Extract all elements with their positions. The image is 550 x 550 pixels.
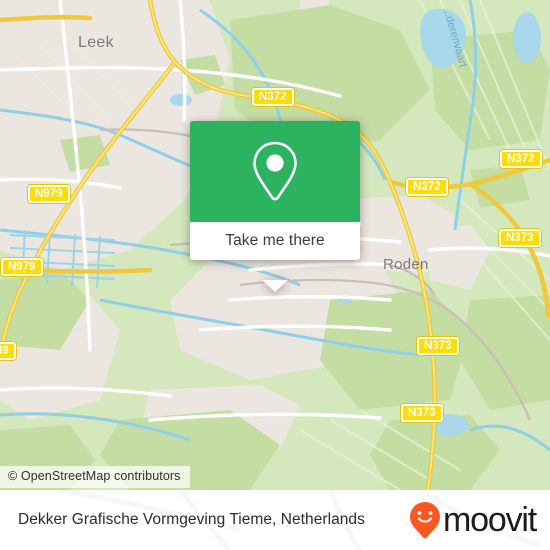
road-shield: N373 [499, 229, 541, 247]
popup-pin-area [190, 121, 360, 222]
popup-action-bar[interactable]: Take me there [190, 222, 360, 260]
moovit-smiley-pin-icon [410, 502, 441, 539]
take-me-there-label: Take me there [225, 232, 325, 249]
location-popup-card[interactable]: Take me there [190, 121, 360, 292]
road-shield: N9 [0, 342, 16, 360]
location-title: Dekker Grafische Vormgeving Tieme, Nethe… [18, 511, 365, 528]
osm-attribution[interactable]: © OpenStreetMap contributors [0, 466, 190, 488]
moovit-logo[interactable]: moovit [408, 500, 537, 540]
road-shield: N979 [1, 258, 43, 276]
road-shield: N372 [500, 150, 542, 168]
road-shield: N372 [252, 88, 294, 106]
map-canvas[interactable]: Leek Roden ...derenvaart N372 N372 N372 … [0, 0, 550, 490]
road-shield: N979 [28, 185, 70, 203]
place-label-roden: Roden [383, 256, 429, 273]
location-pin-icon [253, 141, 297, 200]
road-shield: N372 [406, 178, 448, 196]
place-label-leek: Leek [78, 34, 114, 51]
popup-tail [262, 280, 288, 292]
road-shield: N373 [417, 337, 459, 355]
road-shield: N373 [401, 404, 443, 422]
footer-bar: Dekker Grafische Vormgeving Tieme, Nethe… [0, 490, 550, 550]
map-screenshot: Leek Roden ...derenvaart N372 N372 N372 … [0, 0, 550, 550]
moovit-wordmark: moovit [443, 501, 537, 539]
